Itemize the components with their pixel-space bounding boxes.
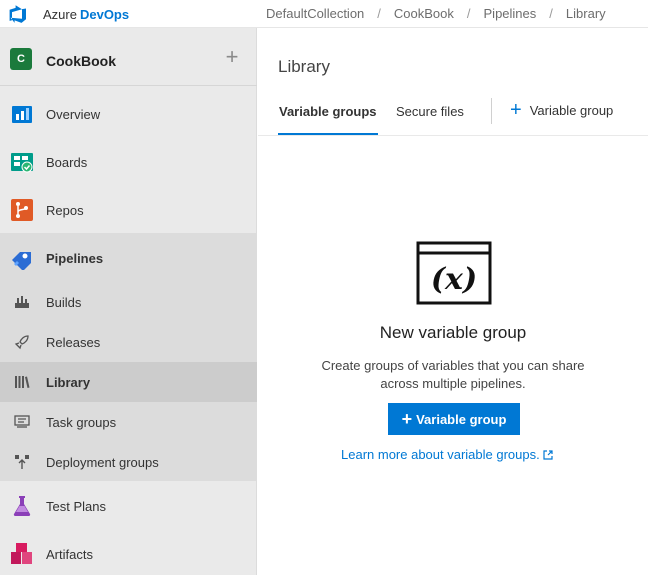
sidebar-item-label: Overview	[46, 106, 101, 122]
plus-icon: +	[401, 409, 413, 429]
sidebar-item-label: Test Plans	[46, 498, 106, 514]
create-variable-group-button[interactable]: + Variable group	[388, 403, 520, 435]
main-content: Library Variable groups Secure files + V…	[258, 28, 648, 575]
create-variable-group-label: Variable group	[416, 411, 507, 427]
breadcrumb-library[interactable]: Library	[566, 6, 606, 21]
sidebar-item-label: Builds	[46, 294, 82, 310]
external-link-icon	[543, 449, 553, 460]
pipelines-icon	[12, 252, 31, 270]
breadcrumb-project[interactable]: CookBook	[394, 6, 454, 21]
sidebar-item-label: Pipelines	[46, 250, 104, 266]
test-plans-icon	[13, 496, 31, 516]
sidebar-item-deployment-groups[interactable]: Deployment groups	[0, 442, 257, 482]
brand-name: DevOps	[79, 6, 130, 22]
sidebar-item-boards[interactable]: Boards	[0, 142, 257, 182]
builds-icon	[15, 296, 29, 308]
sidebar: C CookBook + Overview Boards Repos Pipel…	[0, 28, 257, 575]
sidebar-item-test-plans[interactable]: Test Plans	[0, 486, 257, 526]
sidebar-item-library[interactable]: Library	[0, 362, 257, 402]
artifacts-icon	[11, 543, 32, 564]
variable-icon: (x)	[416, 241, 492, 305]
empty-state-description: Create groups of variables that you can …	[321, 358, 585, 391]
sidebar-item-label: Library	[46, 374, 91, 390]
sidebar-item-releases[interactable]: Releases	[0, 322, 257, 362]
tab-bar: Variable groups Secure files + Variable …	[258, 98, 648, 136]
tab-secure-files[interactable]: Secure files	[396, 104, 464, 132]
azure-devops-logo-icon	[9, 5, 26, 23]
top-bar: Azure DevOps DefaultCollection / CookBoo…	[0, 0, 648, 28]
library-icon	[15, 376, 30, 388]
plus-icon: +	[510, 99, 522, 121]
sidebar-item-overview[interactable]: Overview	[0, 94, 257, 134]
page-title: Library	[278, 57, 330, 76]
breadcrumb-separator: /	[377, 6, 381, 21]
repos-icon	[11, 199, 33, 221]
project-avatar: C	[10, 48, 32, 70]
add-variable-group-button[interactable]: + Variable group	[510, 99, 614, 121]
releases-icon	[14, 335, 29, 350]
sidebar-item-builds[interactable]: Builds	[0, 282, 257, 322]
project-name: CookBook	[46, 53, 116, 69]
breadcrumb-collection[interactable]: DefaultCollection	[266, 6, 364, 21]
task-groups-icon	[14, 415, 30, 428]
pipelines-section: Pipelines Builds Releases Library Task g…	[0, 233, 257, 481]
deployment-groups-icon	[15, 455, 29, 469]
empty-state-title: New variable group	[379, 323, 527, 342]
boards-icon	[11, 153, 33, 173]
sidebar-item-label: Boards	[46, 154, 88, 170]
breadcrumb-separator: /	[466, 6, 471, 21]
sidebar-item-label: Repos	[46, 202, 84, 218]
breadcrumb-separator: /	[549, 6, 553, 21]
learn-more-text: Learn more about variable groups.	[341, 447, 540, 462]
sidebar-item-task-groups[interactable]: Task groups	[0, 402, 257, 442]
breadcrumb: DefaultCollection / CookBook / Pipelines…	[266, 6, 606, 21]
sidebar-item-artifacts[interactable]: Artifacts	[0, 534, 257, 574]
tab-divider	[491, 98, 492, 124]
brand-prefix: Azure	[43, 6, 77, 22]
add-variable-group-label: Variable group	[529, 102, 614, 118]
breadcrumb-pipelines[interactable]: Pipelines	[484, 6, 537, 21]
sidebar-item-label: Task groups	[46, 414, 117, 430]
sidebar-item-label: Artifacts	[46, 546, 93, 562]
overview-icon	[12, 106, 32, 123]
project-header[interactable]: C CookBook +	[0, 28, 257, 86]
learn-more-link[interactable]: Learn more about variable groups.	[341, 447, 553, 462]
add-icon[interactable]: +	[222, 46, 242, 68]
tab-variable-groups[interactable]: Variable groups	[278, 104, 378, 135]
sidebar-item-pipelines[interactable]: Pipelines	[0, 238, 257, 278]
variable-icon-text: (x)	[431, 262, 477, 297]
brand[interactable]: Azure DevOps	[9, 4, 129, 24]
sidebar-item-label: Deployment groups	[46, 454, 159, 470]
sidebar-item-label: Releases	[46, 334, 101, 350]
sidebar-item-repos[interactable]: Repos	[0, 190, 257, 230]
